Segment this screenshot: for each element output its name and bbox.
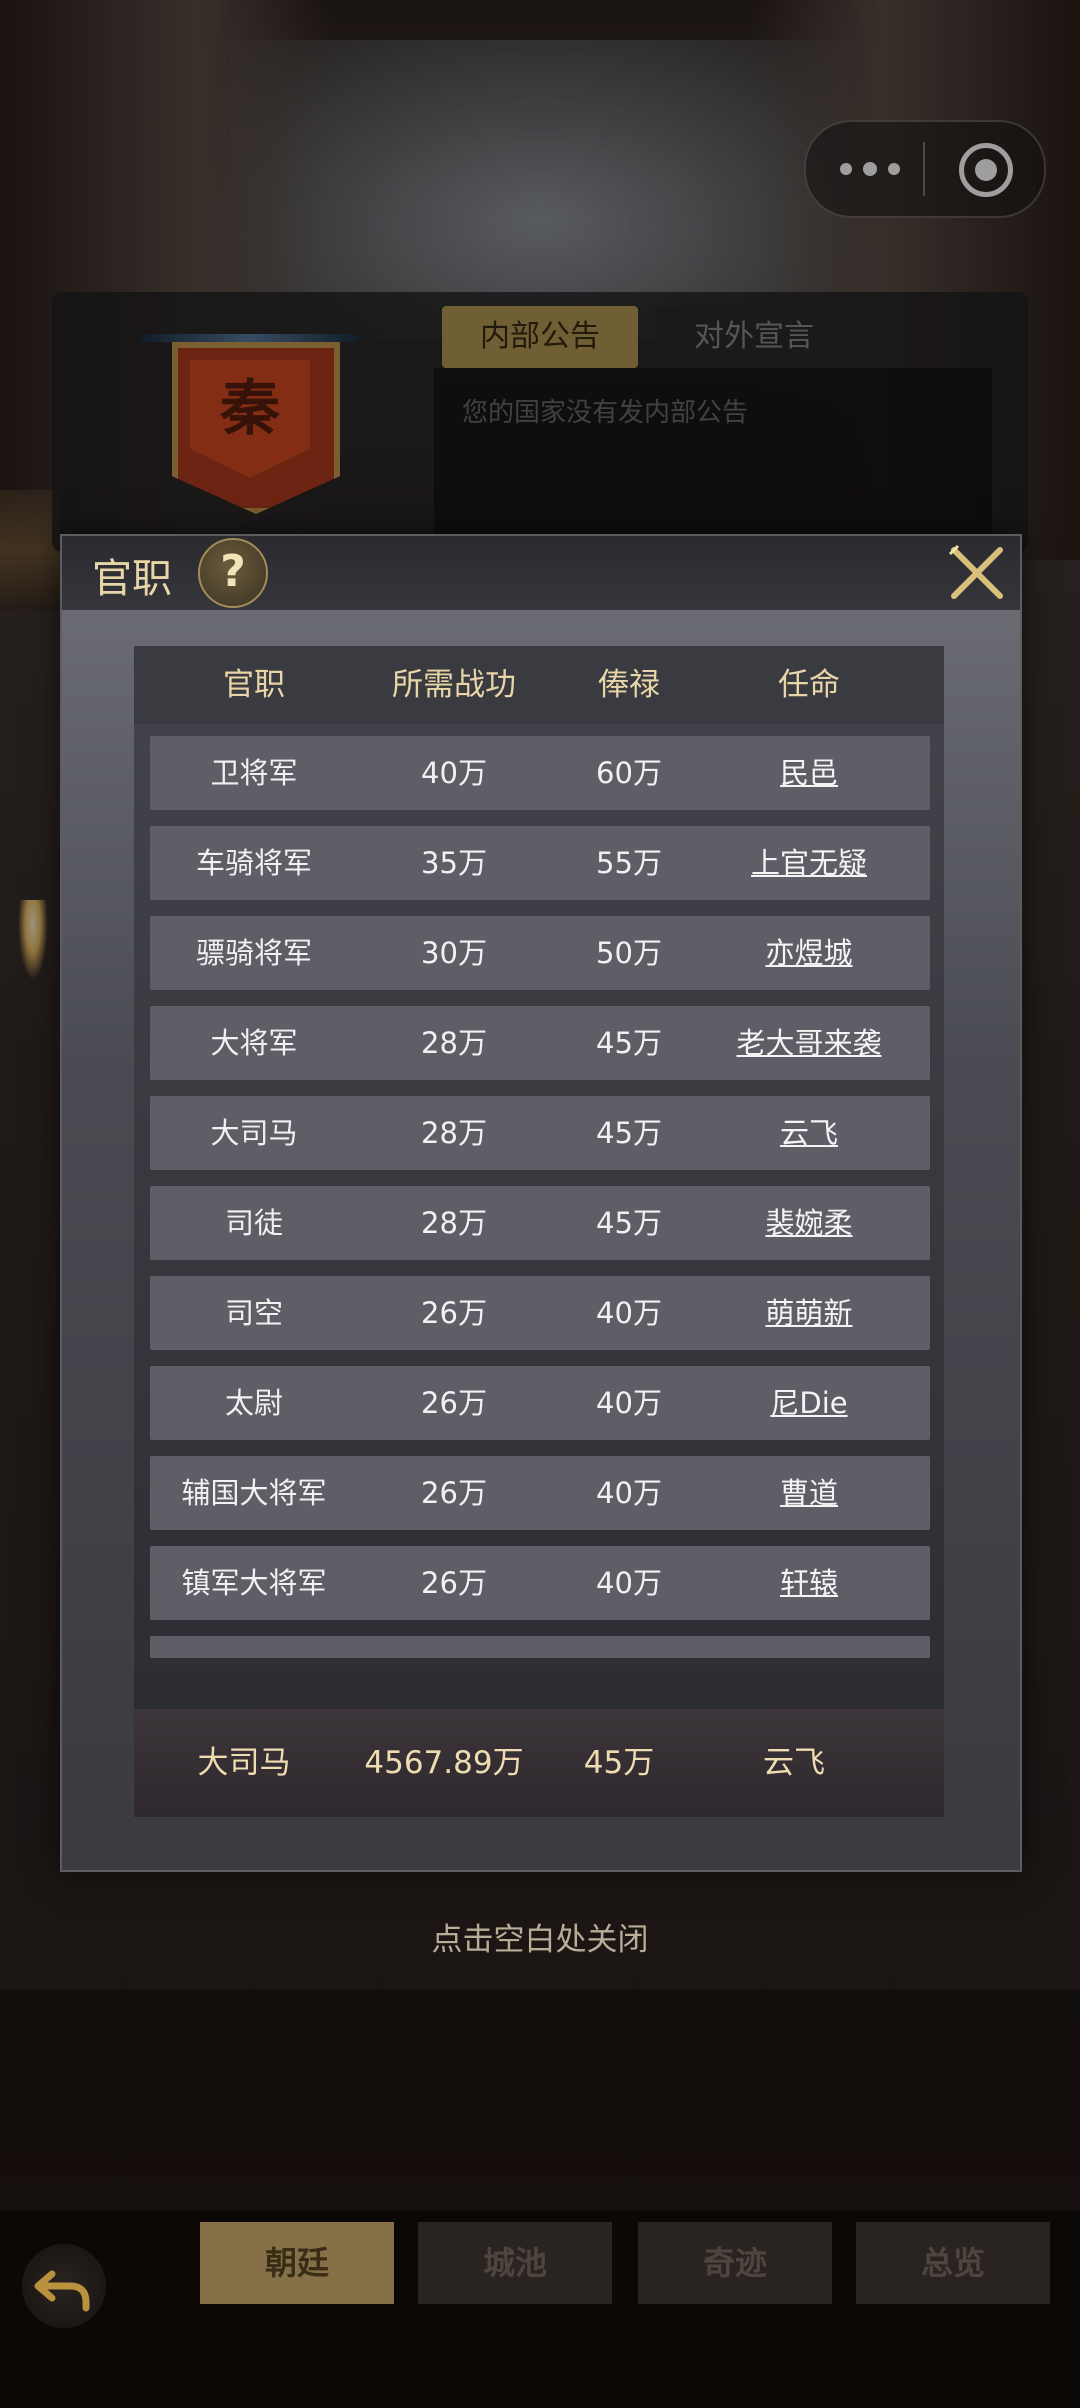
appointee-link[interactable]: 亦煜城: [704, 916, 914, 990]
close-icon[interactable]: [944, 540, 1010, 606]
table-row: 骠骑将军 30万 50万 亦煜城: [150, 916, 930, 990]
official-title: 骠骑将军: [195, 936, 312, 970]
official-merit: 26万: [421, 1476, 487, 1510]
official-title: 司徒: [224, 1206, 283, 1240]
my-title: 大司马: [197, 1745, 291, 1781]
appointee-link[interactable]: 尼Die: [704, 1366, 914, 1440]
official-title: 大司马: [210, 1116, 298, 1150]
tab-court[interactable]: 朝廷: [200, 2222, 394, 2304]
official-salary: 40万: [596, 1476, 662, 1510]
official-title: 司空: [224, 1296, 283, 1330]
official-title: 辅国大将军: [181, 1476, 327, 1510]
official-salary: 45万: [596, 1206, 662, 1240]
appointee-link[interactable]: 老大哥来袭: [704, 1006, 914, 1080]
official-salary: 55万: [596, 846, 662, 880]
tab-overview[interactable]: 总览: [856, 2222, 1050, 2304]
official-salary: 50万: [596, 936, 662, 970]
appointee-link[interactable]: 曹道: [704, 1456, 914, 1530]
official-salary: 45万: [596, 1116, 662, 1150]
official-merit: 26万: [421, 1386, 487, 1420]
official-merit: 26万: [421, 1296, 487, 1330]
my-salary: 45万: [583, 1745, 655, 1781]
official-merit: 30万: [421, 936, 487, 970]
tab-cities[interactable]: 城池: [418, 2222, 612, 2304]
close-hint: 点击空白处关闭: [431, 1922, 649, 1958]
header-merit: 所需战功: [392, 667, 516, 703]
dialog-title: 官职: [92, 556, 172, 602]
table-row: 太尉 26万 40万 尼Die: [150, 1366, 930, 1440]
official-title: 卫将军: [210, 756, 298, 790]
table-row: 车骑将军 35万 55万 上官无疑: [150, 826, 930, 900]
appointee-link[interactable]: 民邑: [704, 736, 914, 810]
help-icon[interactable]: ?: [198, 538, 268, 608]
official-merit: 28万: [421, 1026, 487, 1060]
my-position-row: 大司马 4567.89万 45万 云飞: [134, 1709, 944, 1817]
table-header: 官职 所需战功 俸禄 任命: [134, 646, 944, 724]
appointee-link[interactable]: 萌萌新: [704, 1276, 914, 1350]
table-row-partial: [150, 1636, 930, 1658]
back-arrow-icon[interactable]: [22, 2244, 106, 2328]
official-merit: 35万: [421, 846, 487, 880]
official-salary: 40万: [596, 1296, 662, 1330]
table-row: 司徒 28万 45万 裴婉柔: [150, 1186, 930, 1260]
tab-wonders[interactable]: 奇迹: [638, 2222, 832, 2304]
appointee-link[interactable]: 裴婉柔: [704, 1186, 914, 1260]
appointee-link[interactable]: 轩辕: [704, 1546, 914, 1620]
my-merit: 4567.89万: [364, 1745, 524, 1781]
official-salary: 40万: [596, 1566, 662, 1600]
header-title: 官职: [223, 667, 285, 703]
official-salary: 40万: [596, 1386, 662, 1420]
official-merit: 28万: [421, 1116, 487, 1150]
appointee-link[interactable]: 云飞: [704, 1096, 914, 1170]
table-row: 辅国大将军 26万 40万 曹道: [150, 1456, 930, 1530]
dialog-header: 官职 ?: [62, 536, 1020, 610]
officials-list[interactable]: 卫将军 40万 60万 民邑 车骑将军 35万 55万 上官无疑 骠骑将军 30…: [134, 724, 944, 1736]
officials-dialog: 官职 ? 官职 所需战功 俸禄 任命 卫将军 40万 60万 民邑 车骑将军 3…: [60, 534, 1022, 1872]
header-appoint: 任命: [778, 667, 840, 703]
table-row: 大司马 28万 45万 云飞: [150, 1096, 930, 1170]
official-merit: 40万: [421, 756, 487, 790]
table-row: 司空 26万 40万 萌萌新: [150, 1276, 930, 1350]
official-title: 太尉: [224, 1386, 283, 1420]
table-row: 镇军大将军 26万 40万 轩辕: [150, 1546, 930, 1620]
official-merit: 28万: [421, 1206, 487, 1240]
official-merit: 26万: [421, 1566, 487, 1600]
table-row: 大将军 28万 45万 老大哥来袭: [150, 1006, 930, 1080]
table-row: 卫将军 40万 60万 民邑: [150, 736, 930, 810]
header-salary: 俸禄: [598, 667, 660, 703]
official-title: 镇军大将军: [181, 1566, 327, 1600]
official-title: 车骑将军: [195, 846, 312, 880]
official-salary: 60万: [596, 756, 662, 790]
my-appointee: 云飞: [763, 1745, 825, 1781]
appointee-link[interactable]: 上官无疑: [704, 826, 914, 900]
official-title: 大将军: [210, 1026, 298, 1060]
official-salary: 45万: [596, 1026, 662, 1060]
